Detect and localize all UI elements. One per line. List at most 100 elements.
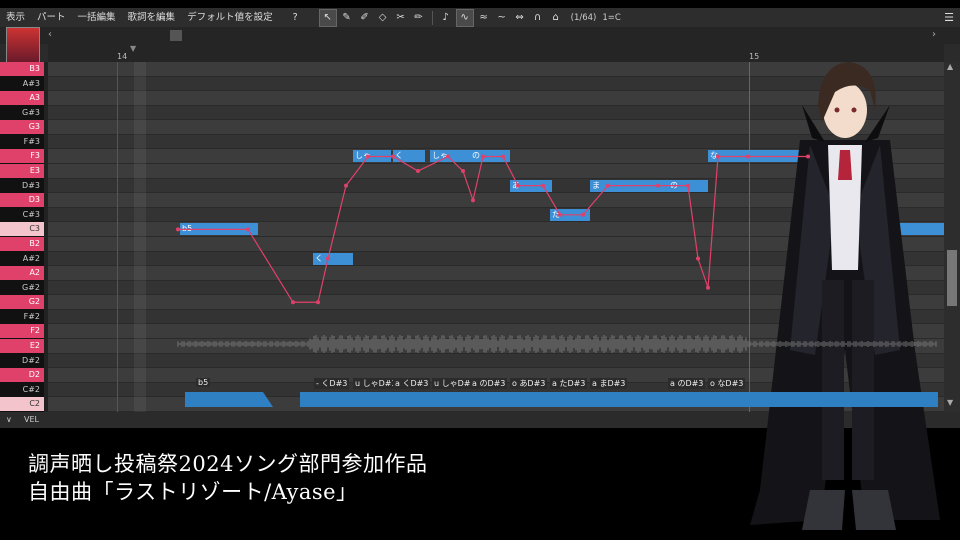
param-label: VEL — [24, 415, 39, 424]
piano-key[interactable]: G#3 — [0, 105, 44, 121]
pitch-control-point[interactable] — [501, 154, 505, 159]
menu-view[interactable]: 表示 — [0, 8, 31, 27]
pen-tool-icon[interactable]: ✎ — [339, 10, 355, 26]
piano-key[interactable]: C3 — [0, 222, 44, 237]
pitch-control-point[interactable] — [606, 183, 610, 188]
menu-set-defaults[interactable]: デフォルト値を設定 — [181, 8, 279, 27]
menu-bar: 表示 パート 一括編集 歌詞を編集 デフォルト値を設定 ? ↖ ✎ ✐ ◇ ✂ … — [0, 8, 960, 27]
pitch-curve[interactable] — [178, 155, 808, 303]
pitch-control-point[interactable] — [391, 154, 395, 159]
piano-key[interactable]: B3 — [0, 62, 44, 77]
piano-key[interactable]: A#3 — [0, 76, 44, 92]
tilde-icon[interactable]: ~ — [494, 10, 510, 26]
menu-edit-lyrics[interactable]: 歌詞を編集 — [122, 8, 182, 27]
piano-key[interactable]: B2 — [0, 236, 44, 252]
settings-sliders-icon[interactable]: ☰ — [944, 8, 954, 27]
brush-tool-icon[interactable]: ✐ — [357, 10, 373, 26]
pitch-control-point[interactable] — [686, 183, 690, 188]
phoneme-label: - くD#3 — [314, 378, 350, 389]
pitch-control-point[interactable] — [176, 227, 180, 232]
align-icon[interactable]: ⇔ — [512, 10, 528, 26]
piano-key[interactable]: A#2 — [0, 251, 44, 267]
key-readout[interactable]: 1=C — [602, 13, 620, 23]
piano-key[interactable]: D#2 — [0, 353, 44, 369]
pitch-control-point[interactable] — [326, 256, 330, 261]
piano-key[interactable]: E3 — [0, 164, 44, 179]
audio-waveform — [177, 335, 937, 353]
eraser-tool-icon[interactable]: ◇ — [375, 10, 391, 26]
bar-number: 14 — [117, 52, 128, 61]
menu-part[interactable]: パート — [31, 8, 72, 27]
phoneme-label: a まD#3 — [590, 378, 628, 389]
piano-key[interactable]: D2 — [0, 368, 44, 383]
piano-key[interactable]: G2 — [0, 295, 44, 310]
horizontal-scroll-row: ‹ › — [0, 27, 960, 63]
home-icon[interactable]: ⌂ — [548, 10, 564, 26]
note-grid[interactable]: b5 くしゃくしゃのあたまのな b5- くD#3 u しゃD#3 a くD#3 u しゃD… — [48, 62, 944, 412]
pitch-control-point[interactable] — [366, 154, 370, 159]
phoneme-label: o なD#3 — [708, 378, 746, 389]
phoneme-label: a くD#3 — [393, 378, 431, 389]
caption-line-2: 自由曲「ラストリゾート/Ayase」 — [28, 480, 358, 504]
piano-key[interactable]: C#2 — [0, 382, 44, 398]
piano-key[interactable]: E2 — [0, 339, 44, 354]
knife-tool-icon[interactable]: ✂ — [393, 10, 409, 26]
phoneme-label: a たD#3 — [550, 378, 588, 389]
piano-key[interactable]: F#2 — [0, 309, 44, 325]
piano-key[interactable]: G#2 — [0, 280, 44, 296]
cursor-tool-icon[interactable]: ↖ — [318, 8, 337, 27]
piano-key[interactable]: F3 — [0, 149, 44, 165]
pitch-control-point[interactable] — [446, 154, 450, 159]
phoneme-strip[interactable] — [185, 392, 938, 407]
pitch-control-point[interactable] — [656, 183, 660, 188]
phoneme-label: u しゃD#3 — [353, 378, 399, 389]
pitch-control-point[interactable] — [471, 198, 475, 203]
menu-batch-edit[interactable]: 一括編集 — [72, 8, 122, 27]
playhead-marker-icon[interactable]: ▼ — [130, 44, 136, 53]
pitch-control-point[interactable] — [416, 169, 420, 174]
pitch-control-point[interactable] — [696, 256, 700, 261]
pitch-control-point[interactable] — [716, 154, 720, 159]
pitch-control-point[interactable] — [291, 300, 295, 305]
piano-keys: B3 A#3 A3 G#3 G3 F#3 F3 E3 D#3 D3 C#3 C3 B2 A#2 A2 G#2 G… — [0, 62, 48, 412]
pitch-control-point[interactable] — [746, 154, 750, 159]
pitch-control-point[interactable] — [806, 154, 810, 159]
piano-key[interactable]: C#3 — [0, 207, 44, 223]
pitch-curve-icon[interactable]: ∿ — [455, 8, 474, 27]
note-icon[interactable]: ♪ — [438, 10, 454, 26]
pitch-control-point[interactable] — [516, 183, 520, 188]
phoneme-label: o あD#3 — [510, 378, 548, 389]
pitch-control-point[interactable] — [316, 300, 320, 305]
piano-key[interactable]: G3 — [0, 120, 44, 135]
piano-key[interactable]: A3 — [0, 91, 44, 106]
quantize-readout[interactable]: (1/64) — [571, 13, 597, 23]
pitch-control-point[interactable] — [481, 154, 485, 159]
piano-key[interactable]: D3 — [0, 193, 44, 208]
piano-key[interactable]: F2 — [0, 324, 44, 340]
piano-roll-editor: 表示 パート 一括編集 歌詞を編集 デフォルト値を設定 ? ↖ ✎ ✐ ◇ ✂ … — [0, 0, 960, 540]
menu-help[interactable]: ? — [287, 8, 304, 27]
pitch-control-point[interactable] — [246, 227, 250, 232]
scroll-right-icon[interactable]: › — [932, 29, 936, 40]
pitch-control-point[interactable] — [461, 169, 465, 174]
window-top-bar — [0, 0, 960, 8]
pitch-control-point[interactable] — [581, 212, 585, 217]
piano-key[interactable]: F#3 — [0, 134, 44, 150]
arc-icon[interactable]: ∩ — [530, 10, 546, 26]
caption-line-1: 調声晒し投稿祭2024ソング部門参加作品 — [28, 452, 428, 476]
collapse-chevron-icon[interactable]: ∨ — [6, 415, 12, 424]
piano-key[interactable]: C2 — [0, 397, 44, 412]
piano-key[interactable]: A2 — [0, 266, 44, 281]
pitch-control-point[interactable] — [558, 212, 562, 217]
toolbar-separator — [431, 10, 433, 25]
piano-key[interactable]: D#3 — [0, 178, 44, 194]
pencil-tool-icon[interactable]: ✏ — [411, 10, 427, 26]
vibrato-icon[interactable]: ≈ — [476, 10, 492, 26]
pitch-curve-layer — [176, 154, 938, 407]
scroll-left-icon[interactable]: ‹ — [48, 29, 52, 40]
pitch-control-point[interactable] — [344, 183, 348, 188]
pitch-control-point[interactable] — [541, 183, 545, 188]
phoneme-label: b5 — [196, 378, 211, 387]
horizontal-scroll-thumb[interactable] — [170, 30, 182, 41]
pitch-control-point[interactable] — [706, 285, 710, 290]
